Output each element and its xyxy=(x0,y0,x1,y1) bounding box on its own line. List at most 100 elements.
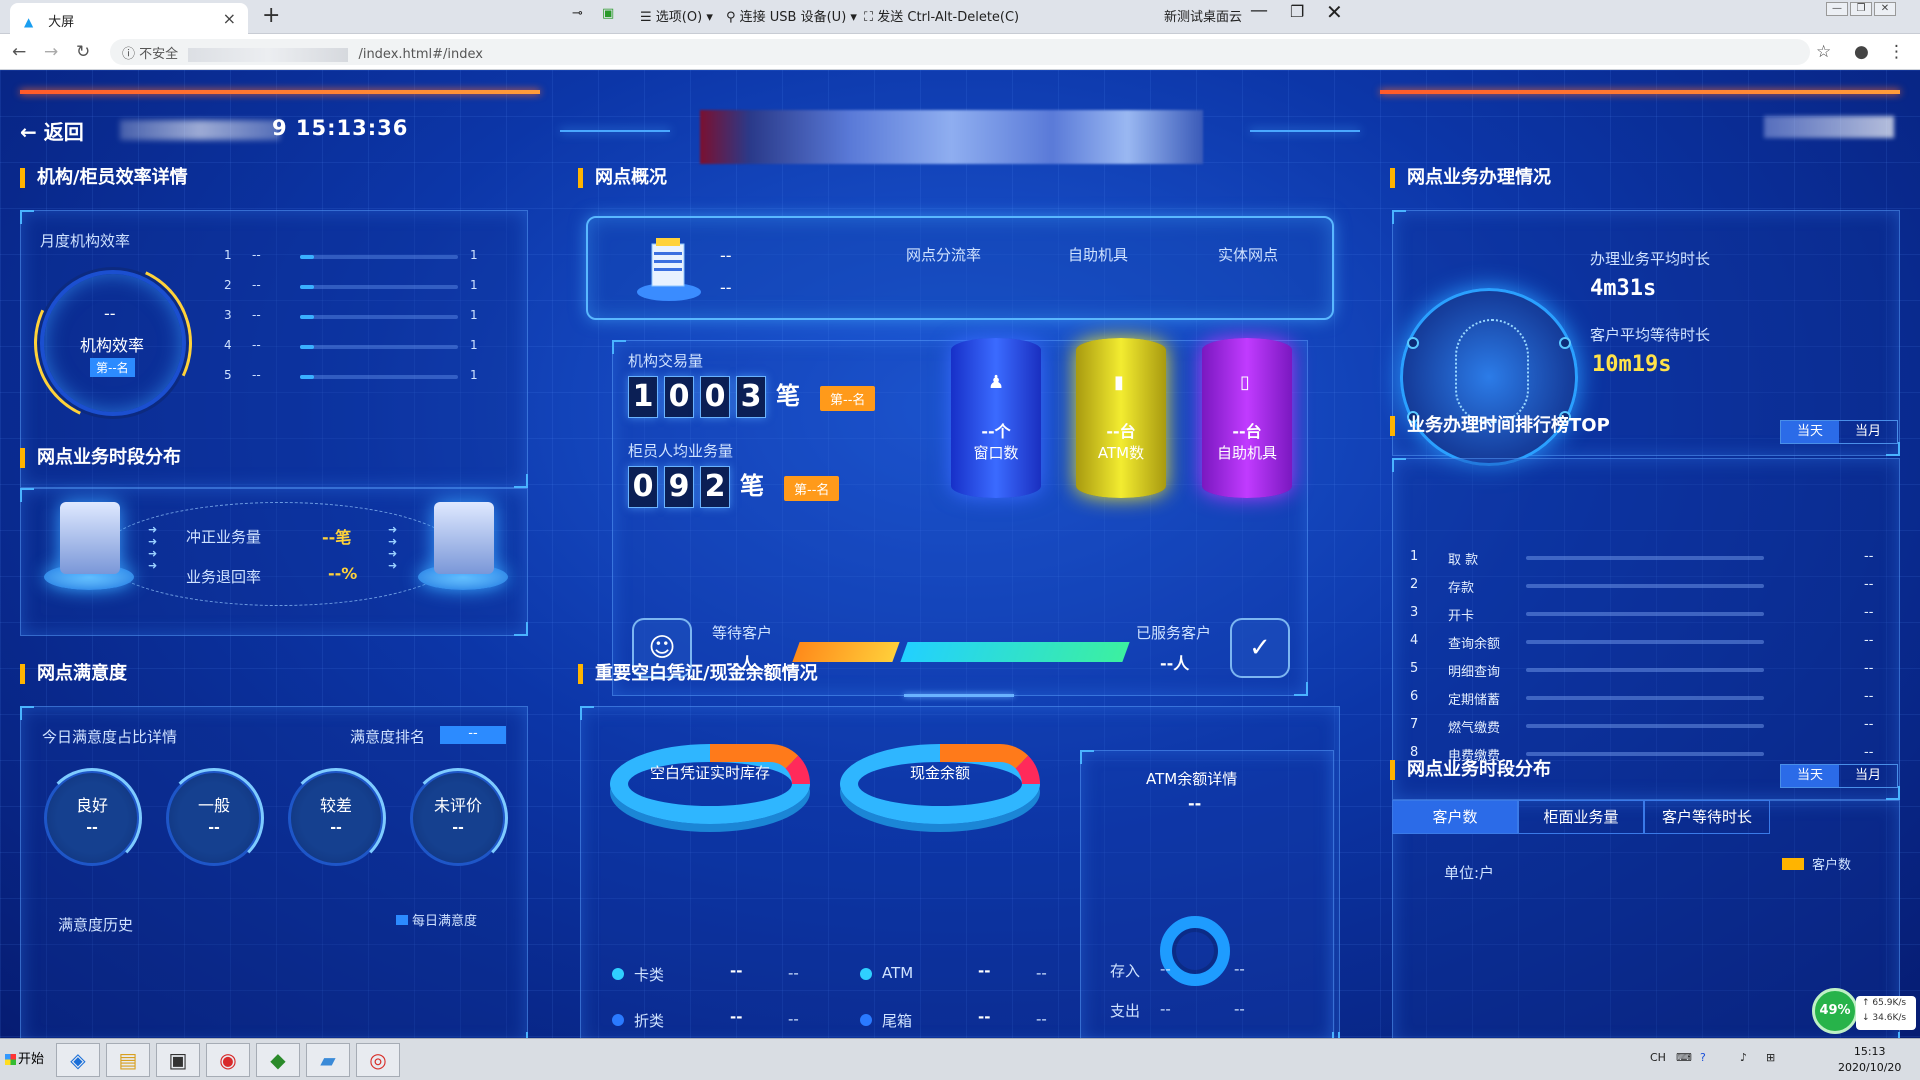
ranking-bar xyxy=(1526,584,1764,588)
rank-value: 1 xyxy=(470,248,478,262)
ranking-number: 3 xyxy=(1410,605,1419,620)
tray-keyboard-icon[interactable]: ⌨ xyxy=(1676,1051,1692,1064)
left-server-icon xyxy=(60,502,120,574)
remote-title: 新测试桌面云 xyxy=(1164,10,1243,25)
minimize-icon[interactable]: — xyxy=(1826,2,1848,16)
tab-counter-volume[interactable]: 柜面业务量 xyxy=(1518,800,1644,834)
browser-menu-icon[interactable]: ⋮ xyxy=(1888,42,1905,62)
remote-cad-button[interactable]: ⛶ 发送 Ctrl-Alt-Delete(C) xyxy=(864,6,1019,25)
cpu-usage-badge[interactable]: 49% xyxy=(1812,988,1858,1034)
browser-tab[interactable]: ▲ 大屏 × xyxy=(10,3,248,34)
start-button[interactable]: 开始 xyxy=(2,1045,50,1075)
rank-number: 1 xyxy=(224,248,232,262)
window-controls: — ❐ ✕ xyxy=(1826,2,1896,16)
right-server-icon xyxy=(434,502,494,574)
ranking-value: -- xyxy=(1864,633,1874,648)
rank-fill xyxy=(300,315,314,319)
tray-clock[interactable]: 15:13 2020/10/20 xyxy=(1838,1044,1901,1076)
rank-name: -- xyxy=(252,278,261,292)
tray-network-icon[interactable]: ⊞ xyxy=(1766,1051,1775,1064)
toggle-today[interactable]: 当天 xyxy=(1781,765,1839,787)
ranking-name: 存款 xyxy=(1448,581,1475,596)
rank-fill xyxy=(300,375,314,379)
tab-close-icon[interactable]: × xyxy=(223,9,236,28)
net-up-value: 65.9K/s xyxy=(1872,998,1907,1008)
ranking-number: 7 xyxy=(1410,717,1419,732)
satisfaction-arc xyxy=(408,768,508,868)
url-input[interactable]: ⓘ 不安全 /index.html#/index xyxy=(110,39,1810,65)
back-label: 返回 xyxy=(43,120,84,144)
cylinder-value: --台 xyxy=(1232,422,1262,441)
back-button[interactable]: ← 返回 xyxy=(20,116,84,145)
reload-icon[interactable]: ↻ xyxy=(76,42,90,62)
rank-fill xyxy=(300,345,314,349)
legend-value-b: -- xyxy=(1036,1010,1047,1028)
rank-name: -- xyxy=(252,308,261,322)
ranking-row: 1 取 款 -- xyxy=(1410,549,1890,568)
forward-arrow-icon[interactable]: → xyxy=(44,42,58,62)
ranking-row: 4 查询余额 -- xyxy=(1410,633,1890,652)
rank-number: 3 xyxy=(224,308,232,322)
tab-customer-count[interactable]: 客户数 xyxy=(1392,800,1518,834)
avg-handling-label: 办理业务平均时长 xyxy=(1590,250,1711,268)
satisfaction-history-label: 满意度历史 xyxy=(58,916,134,934)
tab-wait-time[interactable]: 客户等待时长 xyxy=(1644,800,1770,834)
remote-restore-icon[interactable]: ❐ xyxy=(1290,2,1304,21)
remote-usb-menu[interactable]: ⚲ 连接 USB 设备(U) ▾ xyxy=(726,6,857,25)
cylinder-label: ATM数 xyxy=(1097,444,1145,462)
app-green-icon[interactable]: ◆ xyxy=(256,1043,300,1077)
back-arrow-icon[interactable]: ← xyxy=(12,42,26,62)
maximize-icon[interactable]: ❐ xyxy=(1850,2,1872,16)
app-notepad-icon[interactable]: ▰ xyxy=(306,1043,350,1077)
language-indicator[interactable]: CH xyxy=(1650,1051,1666,1064)
remote-minimize-icon[interactable]: — xyxy=(1250,0,1268,21)
address-bar: ← → ↻ ⓘ 不安全 /index.html#/index ☆ ● ⋮ xyxy=(0,34,1920,70)
remote-options-menu[interactable]: ☰ 选项(O) ▾ xyxy=(640,6,713,25)
overview-col-divert-rate: 网点分流率 xyxy=(906,246,982,264)
satisfaction-circle xyxy=(286,768,386,868)
period2-title: 网点业务时段分布 xyxy=(1390,760,1551,780)
app-window-icon[interactable]: ▣ xyxy=(156,1043,200,1077)
handling-title: 网点业务办理情况 xyxy=(1390,168,1551,188)
tray-help-icon[interactable]: ? xyxy=(1700,1051,1706,1064)
legend-value-b: -- xyxy=(1036,964,1047,982)
deposit-b: -- xyxy=(1234,960,1245,978)
monitor-icon[interactable]: ▣ xyxy=(602,6,614,21)
ranking-value: -- xyxy=(1864,745,1874,760)
tx-rank-badge: 第--名 xyxy=(820,386,876,411)
rank-bar xyxy=(300,315,458,319)
toggle-month[interactable]: 当月 xyxy=(1839,421,1897,443)
satisfaction-circle xyxy=(42,768,142,868)
ranking-value: -- xyxy=(1864,717,1874,732)
remote-options-label: 选项(O) xyxy=(655,10,703,25)
tx-digit: 3 xyxy=(736,376,766,418)
toggle-today[interactable]: 当天 xyxy=(1781,421,1839,443)
return-rate-value: --% xyxy=(328,564,358,583)
dashboard-title-redacted xyxy=(700,110,1203,164)
account-avatar-icon[interactable]: ● xyxy=(1854,42,1869,62)
vscode-icon[interactable]: ◈ xyxy=(56,1043,100,1077)
satisfaction-value: -- xyxy=(86,820,98,836)
cylinder-value: --个 xyxy=(981,422,1011,441)
new-tab-button[interactable]: + xyxy=(262,3,280,28)
toggle-month[interactable]: 当月 xyxy=(1839,765,1897,787)
legend-swatch-icon xyxy=(396,915,408,925)
chrome-icon[interactable]: ◎ xyxy=(356,1043,400,1077)
deposit-a: -- xyxy=(1160,960,1171,978)
bookmark-star-icon[interactable]: ☆ xyxy=(1816,42,1831,62)
satisfaction-legend-label: 每日满意度 xyxy=(412,914,478,929)
explorer-folder-icon[interactable]: ▤ xyxy=(106,1043,150,1077)
date-redacted xyxy=(120,120,280,140)
pin-icon[interactable]: ⊸ xyxy=(572,6,583,21)
withdraw-a: -- xyxy=(1160,1000,1171,1018)
app-swirl-icon[interactable]: ◉ xyxy=(206,1043,250,1077)
tray-volume-icon[interactable]: ♪ xyxy=(1740,1051,1747,1064)
cylinder-label: 窗口数 xyxy=(973,444,1019,462)
rank-bar xyxy=(300,375,458,379)
top-ranking-toggle: 当天 当月 xyxy=(1780,420,1898,444)
ranking-bar xyxy=(1526,640,1764,644)
net-down: ↓ 34.6K/s xyxy=(1862,1013,1907,1023)
remote-close-icon[interactable]: ✕ xyxy=(1326,0,1343,24)
close-icon[interactable]: ✕ xyxy=(1874,2,1896,16)
header-left-glow xyxy=(560,130,670,132)
